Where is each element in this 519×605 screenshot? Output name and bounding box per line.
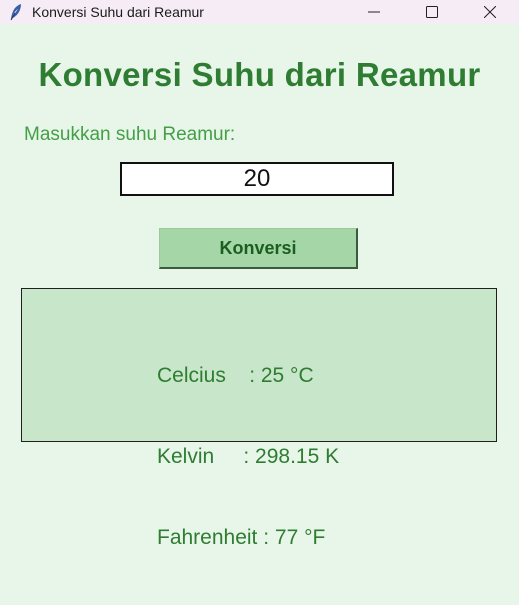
close-button[interactable] [461, 0, 519, 24]
minimize-icon [368, 6, 380, 18]
result-panel: Celcius : 25 °C Kelvin : 298.15 K Fahren… [21, 288, 497, 549]
reamur-input-label: Masukkan suhu Reamur: [24, 124, 236, 145]
maximize-button[interactable] [403, 0, 461, 24]
minimize-button[interactable] [345, 0, 403, 24]
close-icon [484, 6, 496, 18]
window-title: Konversi Suhu dari Reamur [32, 4, 204, 20]
title-bar[interactable]: Konversi Suhu dari Reamur [0, 0, 519, 24]
result-kelvin: Kelvin : 298.15 K [157, 445, 340, 468]
feather-icon [6, 0, 26, 24]
reamur-input[interactable] [120, 162, 394, 196]
result-celcius: Celcius : 25 °C [157, 364, 314, 387]
maximize-icon [426, 6, 438, 18]
window-controls [345, 0, 519, 24]
page-title: Konversi Suhu dari Reamur [38, 56, 481, 93]
result-fahrenheit: Fahrenheit : 77 °F [157, 526, 326, 549]
result-text: Celcius : 25 °C Kelvin : 298.15 K Fahren… [157, 308, 339, 605]
convert-button[interactable]: Konversi [159, 228, 358, 269]
